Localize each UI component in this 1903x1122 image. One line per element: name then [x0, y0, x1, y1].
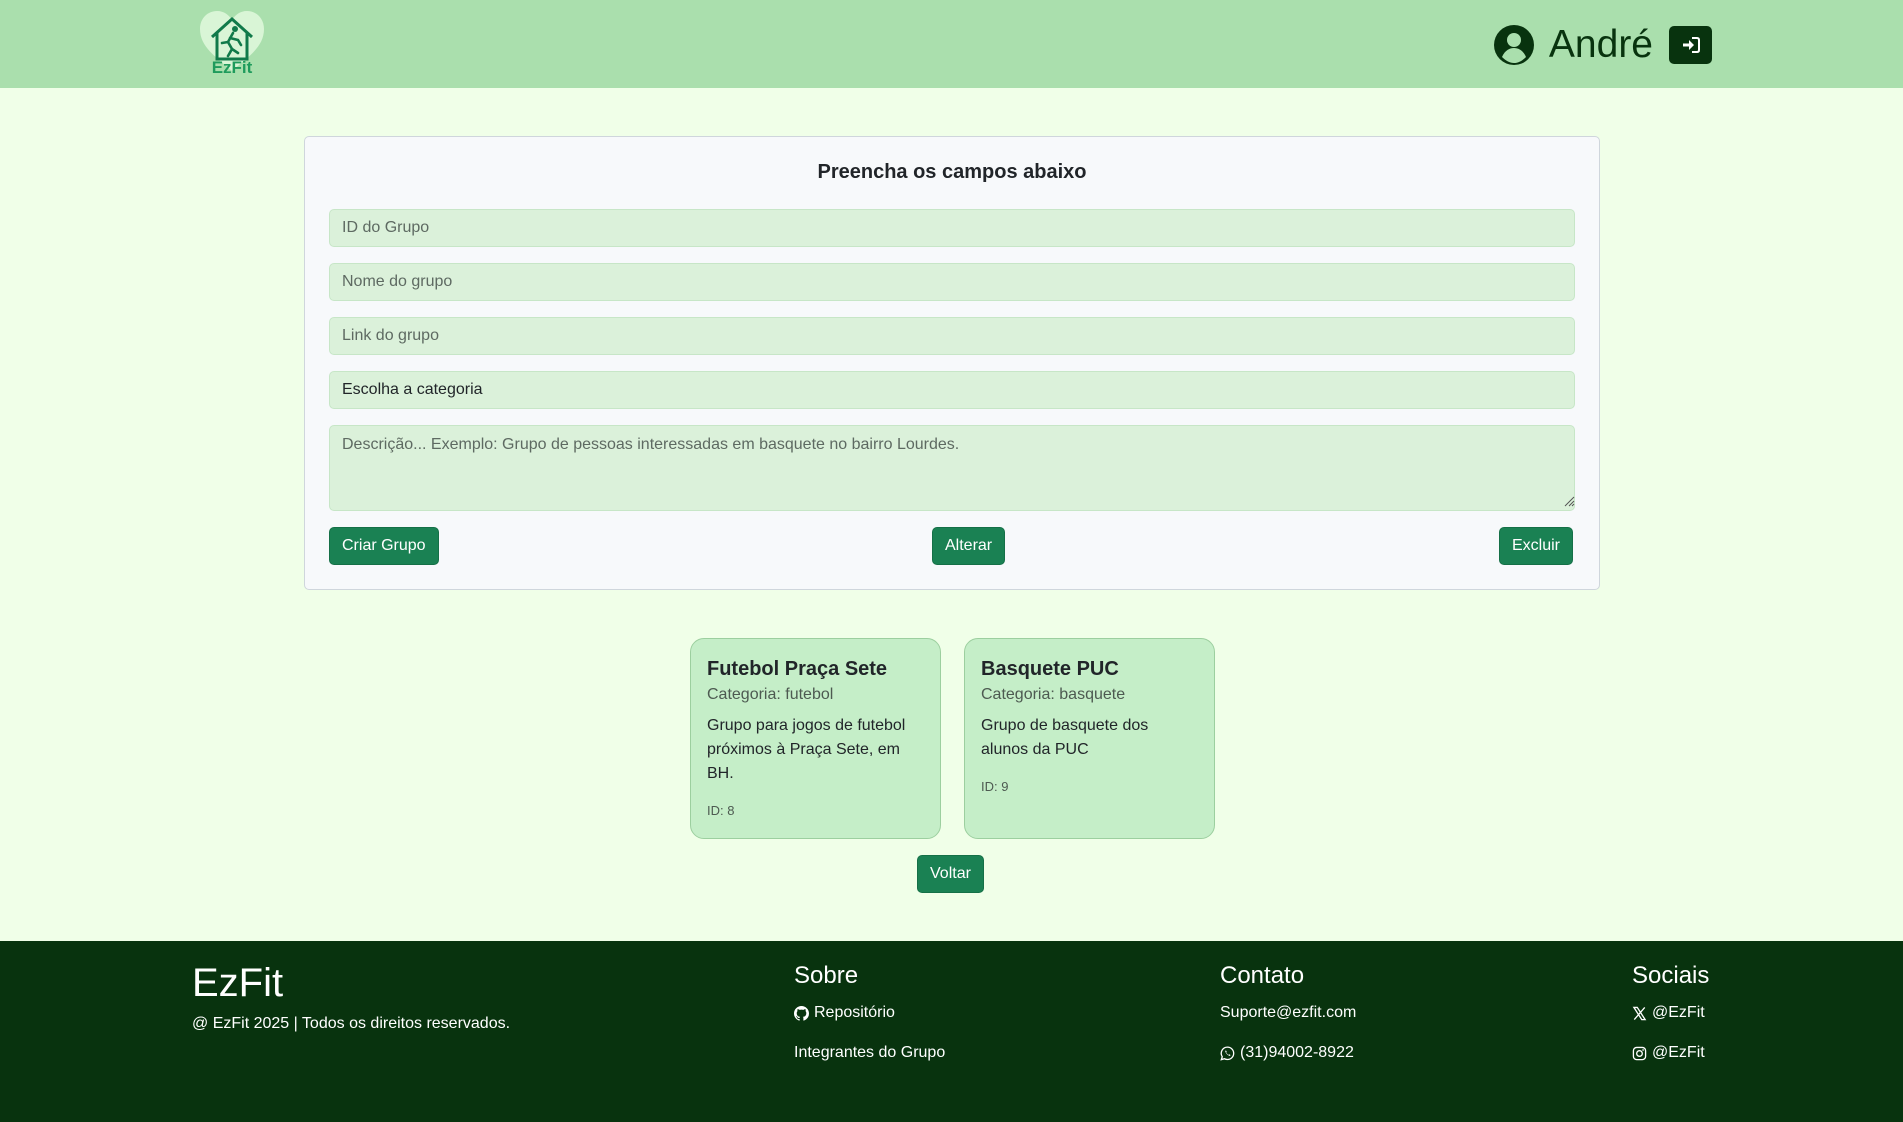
instagram-handle: @EzFit — [1652, 1044, 1705, 1061]
support-email-link[interactable]: Suporte@ezfit.com — [1220, 1003, 1356, 1023]
form-title: Preencha os campos abaixo — [817, 161, 1087, 183]
support-email: Suporte@ezfit.com — [1220, 1004, 1357, 1021]
x-icon — [1632, 1006, 1647, 1020]
footer: EzFit @ EzFit 2025 | Todos os direitos r… — [0, 941, 1903, 1122]
resize-grip-icon[interactable] — [1563, 495, 1575, 507]
user-name: André — [1548, 23, 1653, 66]
group-category: Categoria: basquete — [981, 686, 1126, 703]
ezfit-logo[interactable]: EzFit — [198, 9, 266, 77]
footer-contact-heading: Contato — [1220, 962, 1305, 989]
footer-social-heading: Sociais — [1632, 962, 1710, 989]
group-title: Basquete PUC — [981, 658, 1119, 680]
group-link-input[interactable] — [329, 317, 1575, 355]
footer-contact: Contato Suporte@ezfit.com (31)94002-8922 — [1220, 959, 1356, 1063]
whatsapp-icon — [1220, 1045, 1235, 1061]
group-category: Categoria: futebol — [707, 686, 834, 703]
group-card[interactable]: Basquete PUC Categoria: basquete Grupo d… — [964, 638, 1215, 839]
group-name-input[interactable] — [329, 263, 1575, 301]
x-link[interactable]: @EzFit — [1632, 1003, 1709, 1023]
github-icon — [794, 1005, 809, 1021]
delete-group-button[interactable]: Excluir — [1499, 527, 1574, 565]
footer-about: Sobre Repositório Integrantes do Grupo — [794, 959, 945, 1063]
svg-text:EzFit: EzFit — [212, 58, 253, 75]
group-id: ID: 9 — [981, 779, 1009, 794]
repository-label: Repositório — [814, 1004, 895, 1021]
members-link[interactable]: Integrantes do Grupo — [794, 1043, 945, 1063]
group-id: ID: 8 — [707, 803, 735, 818]
x-handle: @EzFit — [1652, 1004, 1705, 1021]
sign-in-icon — [1682, 37, 1700, 53]
footer-brand: EzFit — [192, 961, 284, 1005]
create-group-button[interactable]: Criar Grupo — [329, 527, 439, 565]
group-description: Grupo de basquete dos alunos da PUC — [981, 717, 1149, 758]
footer-about-heading: Sobre — [794, 962, 859, 989]
instagram-link[interactable]: @EzFit — [1632, 1043, 1709, 1063]
group-id-input[interactable] — [329, 209, 1575, 247]
whatsapp-link[interactable]: (31)94002-8922 — [1220, 1043, 1356, 1063]
group-form: Preencha os campos abaixo Escolha a cate… — [304, 136, 1600, 590]
user-area: André — [1493, 22, 1712, 68]
back-button[interactable]: Voltar — [917, 855, 984, 893]
group-title: Futebol Praça Sete — [707, 658, 888, 680]
phone-number: (31)94002-8922 — [1240, 1044, 1354, 1061]
user-circle-icon[interactable] — [1493, 24, 1535, 66]
category-select[interactable]: Escolha a categoria — [329, 371, 1575, 409]
footer-copyright: @ EzFit 2025 | Todos os direitos reserva… — [192, 1015, 511, 1032]
footer-social: Sociais @EzFit @EzFit — [1632, 959, 1709, 1063]
description-textarea[interactable] — [329, 425, 1575, 511]
members-label: Integrantes do Grupo — [794, 1044, 946, 1061]
instagram-icon — [1632, 1046, 1647, 1060]
repository-link[interactable]: Repositório — [794, 1003, 945, 1023]
group-card[interactable]: Futebol Praça Sete Categoria: futebol Gr… — [690, 638, 941, 839]
group-description: Grupo para jogos de futebol próximos à P… — [707, 717, 906, 782]
update-group-button[interactable]: Alterar — [932, 527, 1006, 565]
sign-in-button[interactable] — [1669, 26, 1712, 64]
top-navbar: EzFit André — [0, 0, 1903, 88]
